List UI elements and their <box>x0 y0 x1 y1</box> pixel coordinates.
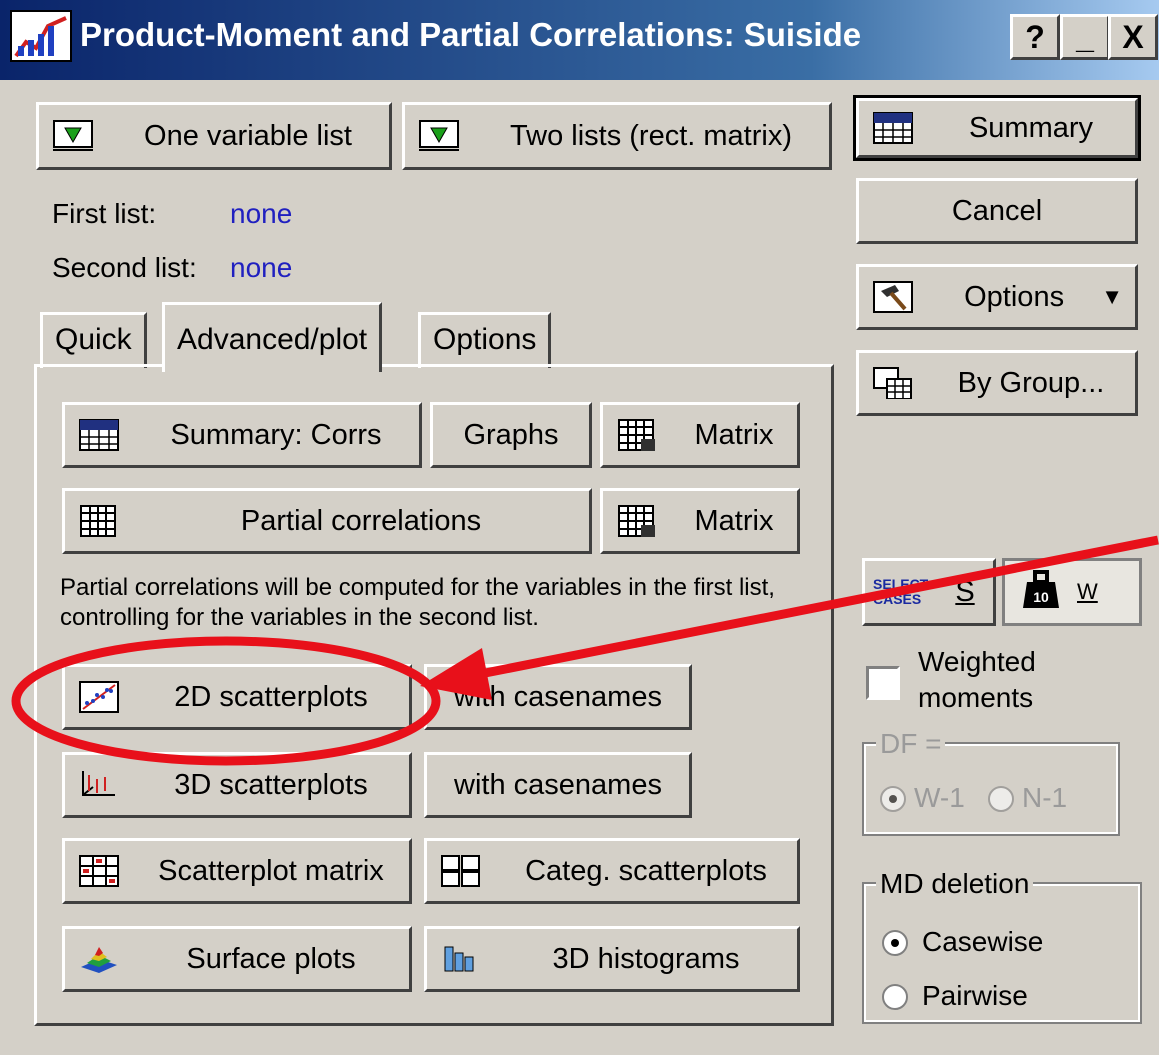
df-n1-radio[interactable] <box>988 786 1014 812</box>
weighted-moments-checkbox[interactable] <box>866 666 900 700</box>
graphs-button[interactable]: Graphs <box>430 402 592 468</box>
surface-plots-button[interactable]: Surface plots <box>62 926 412 992</box>
scatterplot-matrix-button[interactable]: Scatterplot matrix <box>62 838 412 904</box>
with-casenames-button-1[interactable]: with casenames <box>424 664 692 730</box>
second-list-value: none <box>230 252 293 283</box>
two-lists-button[interactable]: Two lists (rect. matrix) <box>402 102 832 170</box>
svg-text:10: 10 <box>1033 589 1049 605</box>
hammer-icon <box>873 281 913 313</box>
summary-button[interactable]: Summary <box>853 95 1141 161</box>
minimize-button[interactable]: _ <box>1060 14 1110 60</box>
3d-histograms-button[interactable]: 3D histograms <box>424 926 800 992</box>
cancel-label: Cancel <box>951 194 1043 227</box>
casewise-label: Casewise <box>922 926 1044 957</box>
matrix-button-2[interactable]: Matrix <box>600 488 800 554</box>
dropdown-arrow-icon: ▼ <box>1101 284 1123 309</box>
options-button[interactable]: Options ▼ <box>856 264 1138 330</box>
select-cases-s-label: S <box>955 575 975 608</box>
2d-scatterplots-label: 2D scatterplots <box>174 680 368 713</box>
df-w1-radio[interactable] <box>880 786 906 812</box>
3d-scatterplots-label: 3D scatterplots <box>174 768 368 801</box>
df-n1-label: N-1 <box>1022 782 1068 813</box>
select-cases-icon: SELECT CASES <box>873 576 929 607</box>
summary-icon <box>873 112 913 144</box>
by-group-icon <box>873 367 913 400</box>
3d-histogram-icon <box>441 943 481 975</box>
summary-icon <box>79 419 119 451</box>
moments-label: moments <box>918 682 1034 713</box>
matrix-button-1[interactable]: Matrix <box>600 402 800 468</box>
two-lists-label: Two lists (rect. matrix) <box>510 119 792 152</box>
weight-button[interactable]: 10 W <box>1002 558 1142 626</box>
by-group-button[interactable]: By Group... <box>856 350 1138 416</box>
matrix-label-2: Matrix <box>694 504 774 537</box>
pairwise-label: Pairwise <box>922 980 1028 1011</box>
cancel-button[interactable]: Cancel <box>856 178 1138 244</box>
scatterplot-matrix-icon <box>79 855 119 887</box>
variable-list-icon <box>53 120 93 152</box>
summary-corrs-label: Summary: Corrs <box>170 418 382 451</box>
partial-correlations-button[interactable]: Partial correlations <box>62 488 592 554</box>
variable-list-icon <box>419 120 459 152</box>
summary-label: Summary <box>968 111 1094 144</box>
categ-scatterplots-button[interactable]: Categ. scatterplots <box>424 838 800 904</box>
window-title: Product-Moment and Partial Correlations:… <box>80 16 862 53</box>
options-label: Options <box>964 280 1065 313</box>
2d-scatterplots-button[interactable]: 2D scatterplots <box>62 664 412 730</box>
surface-plot-icon <box>79 943 119 975</box>
matrix-icon <box>617 419 657 451</box>
first-list-value: none <box>230 198 293 229</box>
graphs-label: Graphs <box>463 418 559 451</box>
3d-scatterplot-icon <box>79 769 119 801</box>
help-button[interactable]: ? <box>1010 14 1060 60</box>
second-list-label: Second list: <box>52 252 197 283</box>
df-legend: DF = <box>876 728 946 760</box>
scatterplot-icon <box>79 681 119 713</box>
with-casenames-label-2: with casenames <box>454 768 662 801</box>
categ-scatterplots-label: Categ. scatterplots <box>525 854 767 887</box>
matrix-icon <box>79 505 119 537</box>
with-casenames-label-1: with casenames <box>454 680 662 713</box>
summary-corrs-button[interactable]: Summary: Corrs <box>62 402 422 468</box>
scatterplot-matrix-label: Scatterplot matrix <box>158 854 384 887</box>
select-cases-button[interactable]: SELECT CASES S <box>862 558 996 626</box>
matrix-label-1: Matrix <box>694 418 774 451</box>
md-deletion-legend: MD deletion <box>876 868 1034 900</box>
partial-correlations-note: Partial correlations will be computed fo… <box>60 574 775 631</box>
tab-options[interactable]: Options <box>418 312 552 368</box>
tab-advanced-plot[interactable]: Advanced/plot <box>162 302 383 372</box>
weight-icon: 10 <box>1019 569 1063 615</box>
casewise-radio[interactable] <box>882 930 908 956</box>
pairwise-radio[interactable] <box>882 984 908 1010</box>
weight-w-label: W <box>1077 579 1098 604</box>
with-casenames-button-2[interactable]: with casenames <box>424 752 692 818</box>
categorized-scatterplot-icon <box>441 855 481 887</box>
first-list-label: First list: <box>52 198 157 229</box>
by-group-label: By Group... <box>957 366 1105 399</box>
3d-scatterplots-button[interactable]: 3D scatterplots <box>62 752 412 818</box>
close-button[interactable]: X <box>1108 14 1158 60</box>
matrix-icon <box>617 505 657 537</box>
tab-quick[interactable]: Quick <box>40 312 147 368</box>
one-variable-list-button[interactable]: One variable list <box>36 102 392 170</box>
app-icon <box>10 10 72 62</box>
weighted-label: Weighted <box>918 646 1036 677</box>
df-w1-label: W-1 <box>914 782 965 813</box>
partial-correlations-label: Partial correlations <box>240 504 482 537</box>
3d-histograms-label: 3D histograms <box>552 942 740 975</box>
one-variable-list-label: One variable list <box>144 119 352 152</box>
surface-plots-label: Surface plots <box>186 942 356 975</box>
